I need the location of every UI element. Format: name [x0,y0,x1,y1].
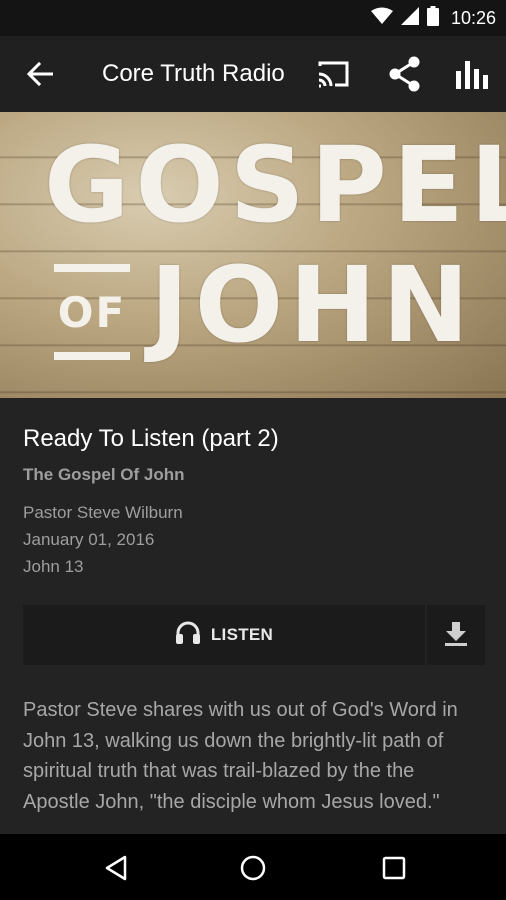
artwork-title-of: OF [54,264,130,360]
app-bar: Core Truth Radio [0,36,506,112]
cell-signal-icon [400,6,419,30]
sermon-meta: Pastor Steve Wilburn January 01, 2016 Jo… [23,499,485,580]
sermon-series[interactable]: The Gospel Of John [23,465,485,485]
back-arrow-icon[interactable] [20,54,60,94]
battery-icon [426,5,439,31]
sermon-description: Pastor Steve shares with us out of God's… [23,699,458,813]
sermon-speaker: Pastor Steve Wilburn [23,503,183,522]
headphones-icon [175,621,201,650]
status-icons: 10:26 [370,5,496,31]
navigation-bar [0,834,506,900]
status-time: 10:26 [450,7,496,28]
action-row: LISTEN [23,605,485,665]
nav-recents-icon[interactable] [374,848,414,888]
sermon-info: Ready To Listen (part 2) The Gospel Of J… [23,425,485,580]
wifi-icon [370,7,393,30]
sermon-passage: John 13 [23,557,84,576]
listen-button[interactable]: LISTEN [23,605,425,665]
sermon-artwork: GOSPEL OF JOHN [0,112,506,398]
sermon-date: January 01, 2016 [23,530,155,549]
download-icon [443,620,469,651]
download-button[interactable] [427,605,485,665]
share-icon[interactable] [385,54,425,94]
listen-label: LISTEN [210,625,274,644]
artwork-title-line1: GOSPEL [44,124,506,246]
app-title: Core Truth Radio [102,60,285,87]
nav-back-icon[interactable] [96,848,136,888]
status-bar: 10:26 [0,0,506,36]
nav-home-icon[interactable] [233,848,273,888]
sermon-title: Ready To Listen (part 2) [23,425,279,452]
equalizer-icon[interactable] [453,54,493,94]
artwork-title-line2: JOHN [150,244,476,366]
cast-icon[interactable] [312,54,354,94]
